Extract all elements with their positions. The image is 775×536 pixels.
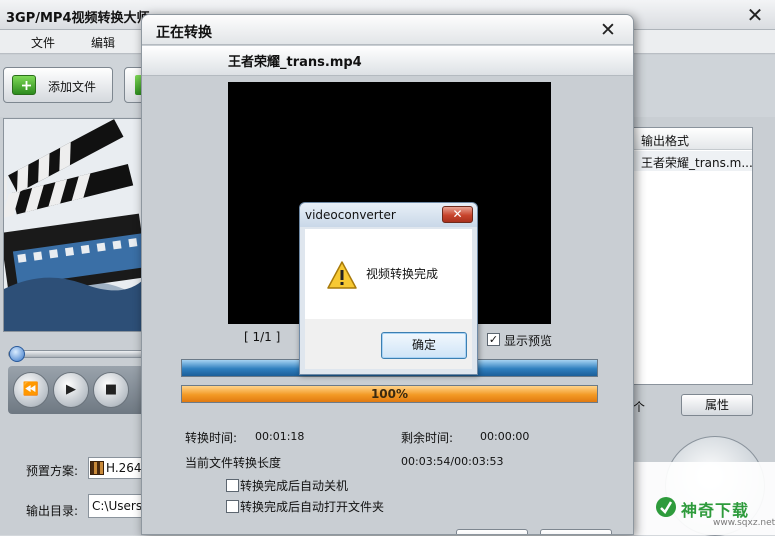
elapsed-time-value: 00:01:18	[255, 430, 305, 443]
message-body: 视频转换完成	[305, 229, 472, 319]
message-box: videoconverter ✕ 视频转换完成 确定	[299, 202, 478, 375]
add-file-icon	[12, 75, 36, 95]
dialog-button[interactable]	[540, 529, 612, 534]
rewind-button[interactable]: ⏪	[13, 372, 49, 408]
elapsed-time-label: 转换时间:	[185, 431, 238, 445]
current-file-name: 王者荣耀_trans.mp4	[228, 55, 362, 70]
message-titlebar: videoconverter ✕	[300, 203, 477, 227]
total-progress-bar: 100%	[181, 385, 598, 403]
watermark-url: www.sqxz.net	[713, 518, 775, 528]
file-length-value: 00:03:54/00:03:53	[401, 455, 504, 468]
auto-shutdown-checkbox[interactable]	[226, 479, 239, 492]
close-icon[interactable]: ✕	[744, 4, 766, 26]
add-file-button[interactable]: 添加文件	[3, 67, 113, 103]
remaining-time-label: 剩余时间:	[401, 431, 454, 445]
total-progress-text: 100%	[370, 387, 409, 401]
dialog-button[interactable]	[456, 529, 528, 534]
preset-label: 预置方案:	[26, 464, 79, 478]
menu-file[interactable]: 文件	[31, 34, 55, 51]
output-dir-value: C:\Users	[92, 499, 143, 513]
clapperboard-image	[4, 119, 142, 331]
message-text: 视频转换完成	[366, 267, 439, 281]
auto-shutdown-label: 转换完成后自动关机	[240, 479, 349, 493]
auto-open-folder-label: 转换完成后自动打开文件夹	[240, 500, 385, 514]
dialog-title: 正在转换	[156, 25, 212, 41]
list-item-label: 王者荣耀_trans.m...	[641, 156, 753, 170]
partial-button-label[interactable]: 个	[633, 398, 645, 415]
film-icon	[90, 461, 104, 475]
stop-button[interactable]: ■	[93, 372, 129, 408]
properties-button[interactable]: 属性	[681, 394, 753, 416]
ok-button[interactable]: 确定	[381, 332, 467, 359]
remaining-time-value: 00:00:00	[480, 430, 530, 443]
close-icon[interactable]: ✕	[597, 19, 619, 41]
seek-bar[interactable]	[8, 350, 148, 358]
close-icon: ✕	[452, 207, 463, 221]
play-button[interactable]: ▶	[53, 372, 89, 408]
current-file-bar: 王者荣耀_trans.mp4	[142, 46, 633, 76]
show-preview-label: 显示预览	[504, 334, 553, 348]
list-item[interactable]: 王者荣耀_trans.m...	[634, 151, 753, 171]
menu-edit[interactable]: 编辑	[91, 34, 115, 51]
watermark-logo-icon	[656, 497, 676, 517]
message-title: videoconverter	[305, 208, 396, 222]
preset-select[interactable]: H.264/	[88, 457, 148, 479]
seek-handle[interactable]	[9, 346, 25, 362]
auto-open-folder-checkbox[interactable]	[226, 500, 239, 513]
app-title: 3GP/MP4视频转换大师	[6, 11, 150, 26]
column-header-label: 输出格式	[641, 134, 690, 148]
output-dir-label: 输出目录:	[26, 504, 79, 518]
output-dir-field[interactable]: C:\Users	[88, 494, 148, 518]
page-counter: [ 1/1 ]	[244, 330, 281, 344]
column-header-output-format[interactable]: 输出格式	[634, 128, 752, 150]
add-file-label: 添加文件	[48, 80, 97, 94]
player-controls: ⏪ ▶ ■	[8, 366, 148, 414]
file-list: 输出格式 王者荣耀_trans.m...	[633, 127, 753, 385]
warning-icon	[327, 261, 357, 289]
close-button[interactable]: ✕	[442, 206, 473, 223]
dialog-titlebar: 正在转换 ✕	[142, 15, 633, 45]
file-length-label: 当前文件转换长度	[185, 456, 282, 470]
message-footer: 确定	[305, 319, 472, 369]
preview-pane	[3, 118, 143, 332]
preset-value: H.264/	[106, 461, 146, 475]
show-preview-checkbox[interactable]: ✓	[487, 333, 500, 346]
